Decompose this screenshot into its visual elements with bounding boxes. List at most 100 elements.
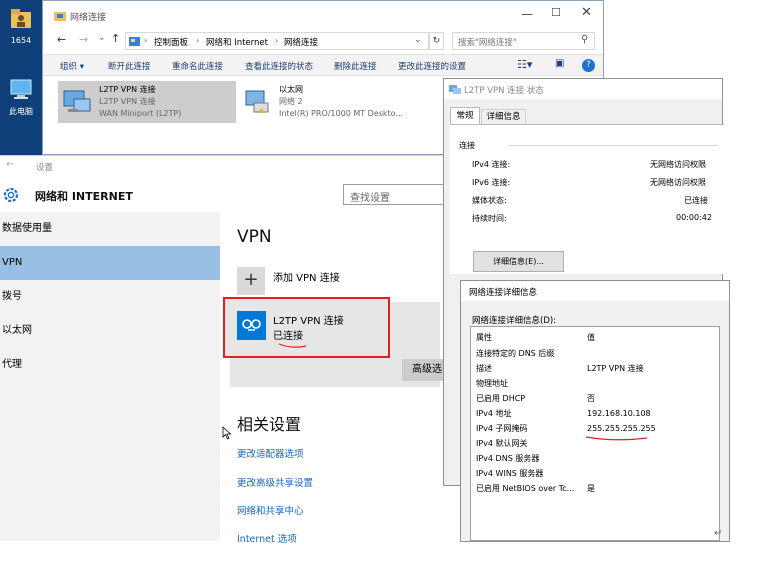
ethernet-adapter-icon bbox=[245, 90, 269, 113]
back-arrow-icon[interactable]: ← bbox=[57, 33, 66, 46]
search-icon[interactable]: ⚲ bbox=[581, 34, 588, 45]
address-bar[interactable]: › 控制面板 › 网络和 Internet › 网络连接 ⌄ bbox=[125, 32, 429, 50]
details-list-label: 网络连接详细信息(D): bbox=[472, 316, 557, 326]
nav-dialup[interactable]: 拨号 bbox=[0, 280, 220, 314]
column-property[interactable]: 属性 bbox=[476, 333, 492, 342]
organize-menu[interactable]: 组织 ▾ bbox=[60, 60, 84, 72]
vpn-adapter-icon bbox=[63, 90, 91, 112]
connection-detail: 网络 2 bbox=[279, 97, 303, 106]
property-name: 已启用 NetBIOS over Tc... bbox=[476, 484, 575, 493]
minimize-icon[interactable]: — bbox=[521, 7, 533, 21]
breadcrumb-network-internet[interactable]: 网络和 Internet bbox=[206, 36, 268, 48]
vpn-adapter-icon bbox=[449, 85, 461, 94]
desktop-icon-user-folder[interactable]: 1654 bbox=[0, 6, 42, 45]
view-options-icon[interactable]: ☷▾ bbox=[517, 58, 532, 71]
refresh-icon[interactable]: ↻ bbox=[429, 32, 444, 50]
ipv4-connectivity-label: IPv4 连接: bbox=[472, 160, 511, 169]
list-item[interactable]: 已启用 NetBIOS over Tc... 是 bbox=[476, 481, 721, 496]
list-item[interactable]: 物理地址 bbox=[476, 376, 721, 391]
folder-user-icon bbox=[11, 9, 31, 28]
computer-icon bbox=[10, 79, 32, 99]
connection-name: 以太网 bbox=[279, 85, 303, 94]
desktop-icon-computer[interactable]: 此电脑 bbox=[0, 76, 42, 117]
property-name: IPv4 子网掩码 bbox=[476, 424, 528, 433]
link-sharing-settings[interactable]: 更改高级共享设置 bbox=[237, 475, 313, 489]
property-name: IPv4 默认网关 bbox=[476, 439, 528, 448]
up-arrow-icon[interactable]: ↑ bbox=[111, 32, 120, 45]
link-adapter-options[interactable]: 更改适配器选项 bbox=[237, 446, 304, 460]
view-status-button[interactable]: 查看此连接的状态 bbox=[245, 60, 313, 72]
list-item[interactable]: IPv4 地址 192.168.10.108 bbox=[476, 406, 721, 421]
nav-proxy[interactable]: 代理 bbox=[0, 348, 220, 382]
details-button[interactable]: 详细信息(E)... bbox=[473, 251, 564, 272]
change-settings-button[interactable]: 更改此连接的设置 bbox=[398, 60, 466, 72]
connection-item-vpn[interactable]: L2TP VPN 连接 L2TP VPN 连接 WAN Miniport (L2… bbox=[58, 81, 236, 123]
connection-detail: L2TP VPN 连接 bbox=[99, 97, 156, 106]
duration-label: 持续时间: bbox=[472, 214, 507, 223]
list-item[interactable]: 已启用 DHCP 否 bbox=[476, 391, 721, 406]
nav-ethernet[interactable]: 以太网 bbox=[0, 314, 220, 348]
help-icon[interactable]: ? bbox=[582, 59, 595, 72]
add-icon[interactable]: + bbox=[237, 267, 265, 295]
nav-vpn[interactable]: VPN bbox=[0, 246, 220, 280]
media-state-value: 已连接 bbox=[684, 196, 708, 205]
details-list[interactable]: 属性 值 连接特定的 DNS 后缀 描述 L2TP VPN 连接 物理地址 已启用… bbox=[470, 326, 720, 541]
desktop-icon-label: 1654 bbox=[10, 36, 32, 45]
search-box[interactable]: 搜索"网络连接" ⚲ bbox=[452, 32, 595, 50]
return-mark-icon: ↵ bbox=[714, 528, 723, 539]
tab-general[interactable]: 常规 bbox=[450, 107, 480, 124]
property-value: 否 bbox=[587, 394, 595, 403]
property-name: 物理地址 bbox=[476, 379, 508, 388]
property-value: L2TP VPN 连接 bbox=[587, 364, 644, 373]
disconnect-button[interactable]: 断开此连接 bbox=[108, 60, 151, 72]
close-icon[interactable]: ✕ bbox=[581, 5, 592, 20]
search-placeholder: 搜索"网络连接" bbox=[458, 38, 517, 48]
delete-button[interactable]: 删除此连接 bbox=[334, 60, 377, 72]
recent-dropdown-icon[interactable]: ⌄ bbox=[98, 33, 106, 43]
property-name: 已启用 DHCP bbox=[476, 394, 526, 403]
control-panel-icon bbox=[129, 37, 140, 46]
column-value[interactable]: 值 bbox=[587, 330, 595, 345]
vpn-connection-name: L2TP VPN 连接 bbox=[273, 316, 344, 327]
ipv6-connectivity-value: 无网络访问权限 bbox=[650, 178, 706, 187]
vpn-icon bbox=[237, 311, 266, 340]
related-settings-title: 相关设置 bbox=[237, 415, 302, 434]
tab-details[interactable]: 详细信息 bbox=[481, 109, 526, 124]
preview-pane-icon[interactable]: ▣ bbox=[555, 58, 564, 69]
maximize-icon[interactable]: ☐ bbox=[551, 6, 561, 19]
rename-button[interactable]: 重命名此连接 bbox=[172, 60, 223, 72]
list-item[interactable]: 描述 L2TP VPN 连接 bbox=[476, 361, 721, 376]
breadcrumb-control-panel[interactable]: 控制面板 bbox=[154, 36, 188, 48]
forward-arrow-icon[interactable]: → bbox=[79, 33, 88, 46]
command-bar: 组织 ▾ 断开此连接 重命名此连接 查看此连接的状态 删除此连接 更改此连接的设… bbox=[43, 54, 603, 76]
vpn-connection-status: 已连接 bbox=[273, 331, 303, 342]
property-value: 是 bbox=[587, 484, 595, 493]
list-item[interactable]: IPv4 默认网关 bbox=[476, 436, 721, 451]
list-item[interactable]: IPv4 DNS 服务器 bbox=[476, 451, 721, 466]
mouse-cursor-icon bbox=[222, 426, 232, 440]
back-arrow-icon[interactable]: ← bbox=[6, 159, 14, 170]
property-name: IPv4 WINS 服务器 bbox=[476, 469, 544, 478]
nav-data-usage[interactable]: 数据使用量 bbox=[0, 212, 220, 246]
ipv6-connectivity-label: IPv6 连接: bbox=[472, 178, 511, 187]
dialog-title: L2TP VPN 连接 状态 bbox=[464, 86, 544, 96]
list-item[interactable]: 连接特定的 DNS 后缀 bbox=[476, 346, 721, 361]
connection-item-ethernet[interactable]: 以太网 网络 2 Intel(R) PRO/1000 MT Deskto... bbox=[238, 81, 438, 123]
vpn-connection-card[interactable]: L2TP VPN 连接 已连接 bbox=[223, 297, 390, 358]
group-label: 连接 bbox=[459, 141, 475, 150]
link-internet-options[interactable]: Internet 选项 bbox=[237, 531, 297, 545]
link-network-sharing-center[interactable]: 网络和共享中心 bbox=[237, 503, 304, 517]
address-dropdown-icon[interactable]: ⌄ bbox=[414, 35, 422, 45]
list-item[interactable]: IPv4 WINS 服务器 bbox=[476, 466, 721, 481]
ipv4-connectivity-value: 无网络访问权限 bbox=[650, 160, 706, 169]
property-name: IPv4 DNS 服务器 bbox=[476, 454, 540, 463]
breadcrumb-network-connections[interactable]: 网络连接 bbox=[284, 36, 318, 48]
general-tab-panel: 连接 IPv4 连接: 无网络访问权限 IPv6 连接: 无网络访问权限 媒体状… bbox=[450, 124, 724, 274]
settings-search[interactable]: 查找设置 bbox=[343, 184, 450, 205]
connection-details-dialog: 网络连接详细信息 网络连接详细信息(D): 属性 值 连接特定的 DNS 后缀 … bbox=[460, 280, 730, 542]
add-vpn-button[interactable]: 添加 VPN 连接 bbox=[273, 269, 340, 284]
network-folder-icon bbox=[54, 12, 66, 21]
property-name: IPv4 地址 bbox=[476, 409, 512, 418]
list-header: 属性 值 bbox=[476, 330, 721, 345]
list-item[interactable]: IPv4 子网掩码 255.255.255.255 bbox=[476, 421, 721, 436]
